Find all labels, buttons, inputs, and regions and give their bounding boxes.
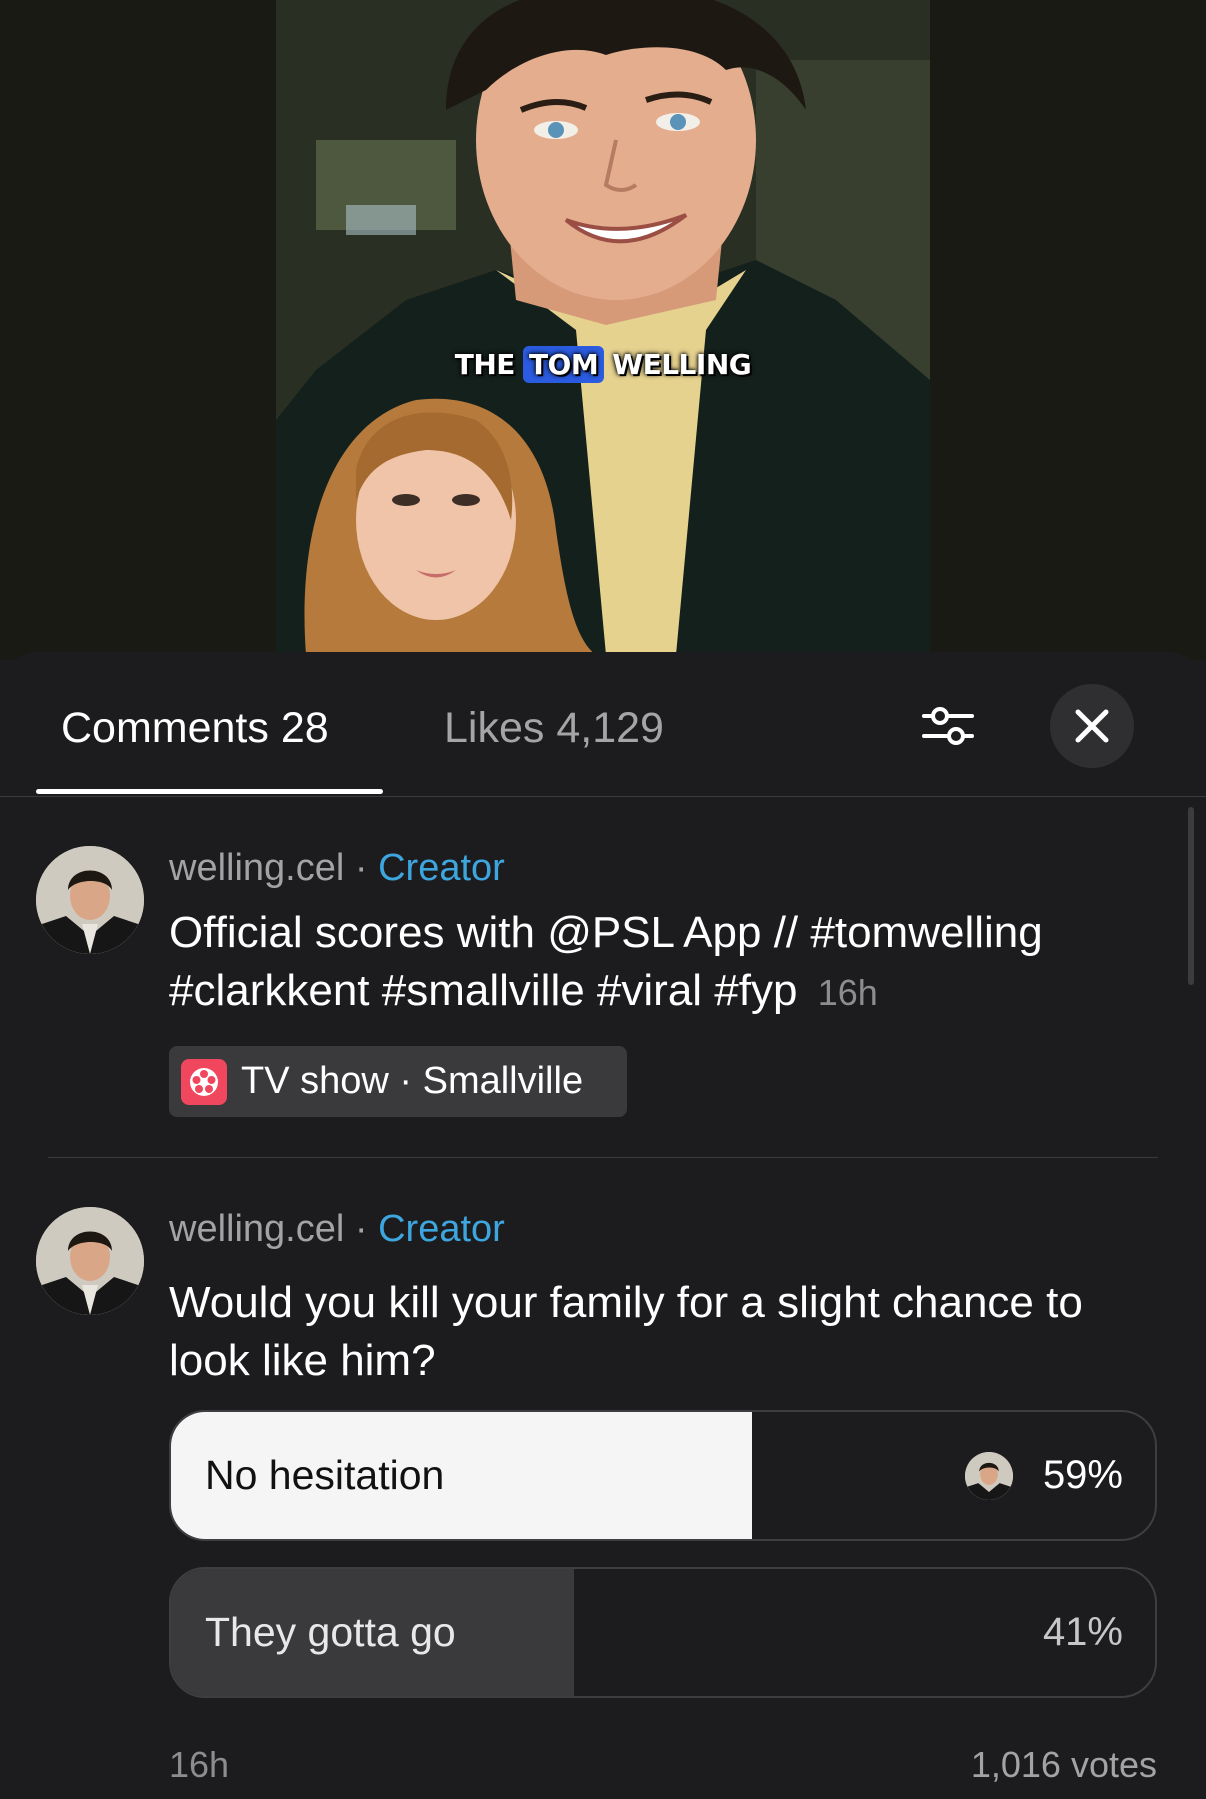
caption-word: THE: [454, 348, 516, 381]
scrollbar[interactable]: [1188, 807, 1194, 985]
close-button[interactable]: [1050, 684, 1134, 768]
poll-option-label: No hesitation: [205, 1452, 445, 1498]
username[interactable]: welling.cel: [169, 1208, 344, 1250]
comment-time: 16h: [817, 972, 878, 1013]
tab-comments[interactable]: Comments 28: [61, 704, 329, 753]
video-image: [276, 0, 930, 655]
film-reel-icon: [181, 1058, 227, 1105]
meta-separator: ·: [354, 1208, 368, 1250]
avatar[interactable]: [36, 1207, 144, 1315]
avatar[interactable]: [36, 846, 144, 954]
avatar-image: [36, 1207, 144, 1315]
filter-button[interactable]: [914, 692, 982, 760]
chip-label: TV show · Smallville: [241, 1060, 584, 1102]
caption-word: WELLING: [612, 348, 752, 381]
comment-meta: welling.cel · Creator: [169, 847, 505, 890]
sliders-icon: [922, 707, 974, 745]
caption-highlight-word: TOM: [522, 346, 605, 383]
topic-chip[interactable]: TV show · Smallville: [169, 1046, 627, 1117]
poll-vote-count: 1,016 votes: [970, 1744, 1157, 1785]
active-tab-indicator: [36, 789, 383, 794]
video-player[interactable]: THE TOM WELLING: [0, 0, 1206, 660]
close-icon: [1075, 709, 1109, 743]
video-frame: THE TOM WELLING: [276, 0, 930, 655]
creator-badge: Creator: [378, 847, 505, 889]
voter-avatar: [965, 1452, 1013, 1500]
poll-option-percent: 41%: [1042, 1610, 1123, 1654]
poll-time: 16h: [169, 1744, 230, 1785]
poll-question: Would you kill your family for a slight …: [169, 1278, 1083, 1385]
comment-meta: welling.cel · Creator: [169, 1208, 505, 1251]
poll-option-1[interactable]: They gotta go 41%: [169, 1567, 1157, 1698]
tab-bar: Comments 28 Likes 4,129: [0, 652, 1206, 797]
meta-separator: ·: [354, 847, 368, 889]
video-caption: THE TOM WELLING: [276, 346, 930, 383]
comments-sheet: Comments 28 Likes 4,129 welling.cel · Cr…: [0, 652, 1206, 1799]
poll-option-0[interactable]: No hesitation 59%: [169, 1410, 1157, 1541]
poll-option-label: They gotta go: [205, 1609, 456, 1655]
comment-divider: [48, 1157, 1158, 1158]
username[interactable]: welling.cel: [169, 847, 344, 889]
tab-likes[interactable]: Likes 4,129: [444, 704, 664, 753]
avatar-image: [36, 846, 144, 954]
comment-text-block: Official scores with @PSL App // #tomwel…: [169, 904, 1159, 1022]
comment-text: Official scores with @PSL App // #tomwel…: [169, 908, 1043, 1015]
creator-badge: Creator: [378, 1208, 505, 1250]
poll-option-percent: 59%: [1042, 1453, 1123, 1497]
